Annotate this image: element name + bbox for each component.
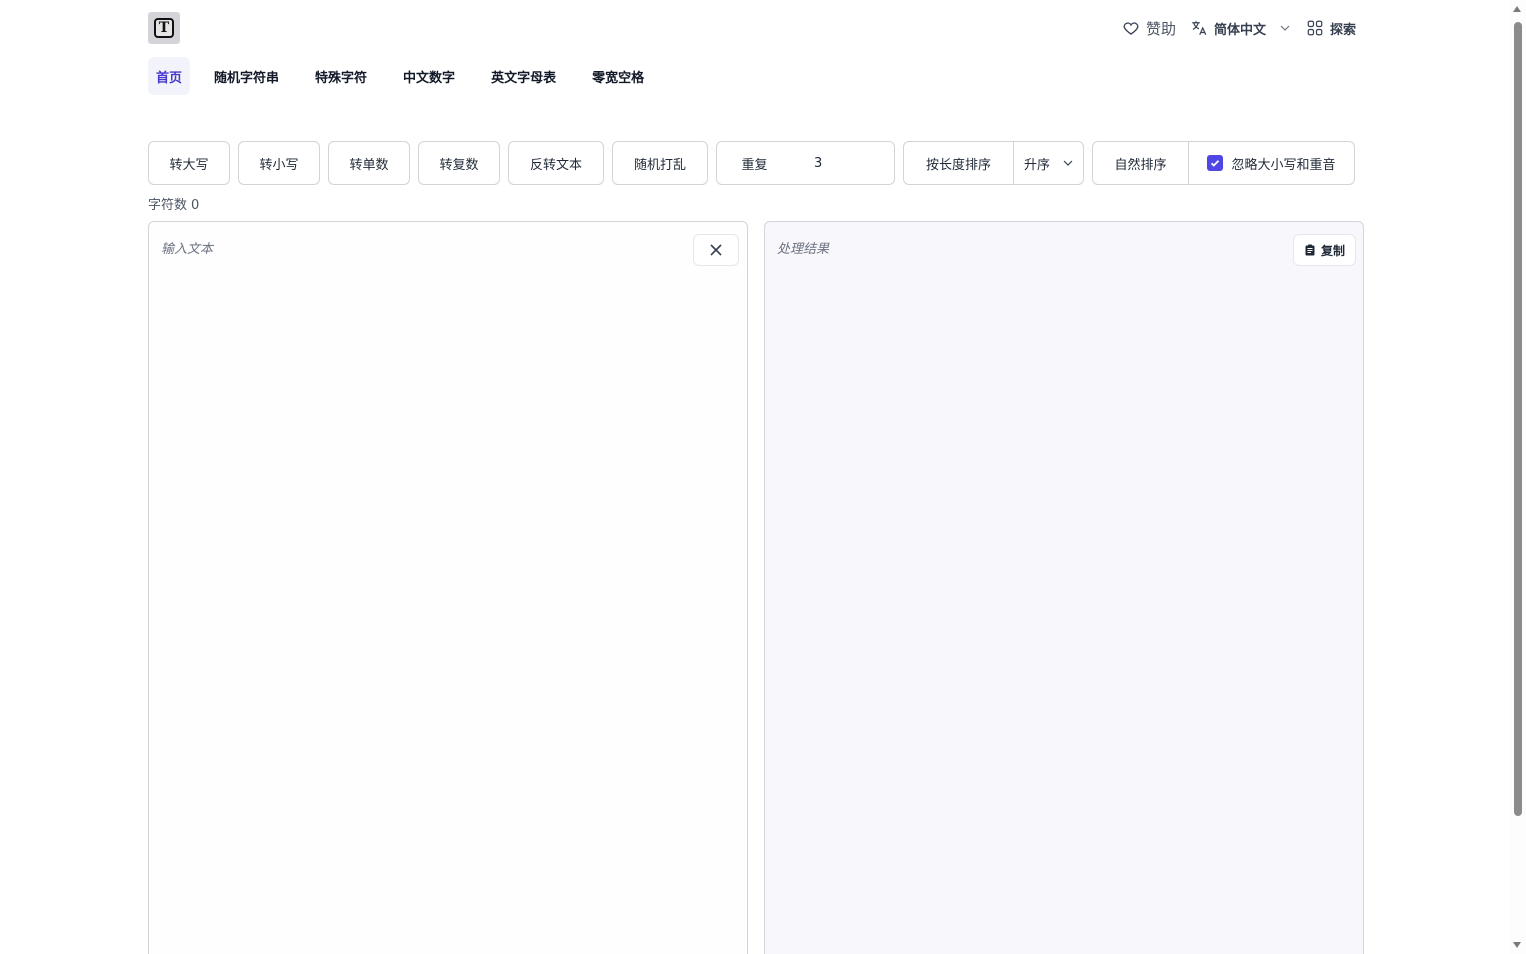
nav-item-special-chars[interactable]: 特殊字符 xyxy=(307,57,375,95)
grid-icon xyxy=(1306,19,1324,37)
sponsor-label: 赞助 xyxy=(1145,19,1176,38)
page: T 赞助 简体中文 探索 首页 随机字符串 特殊字符 中文数字 英文字母表 零宽… xyxy=(0,0,1526,954)
sort-order-value: 升序 xyxy=(1024,157,1051,173)
copy-button[interactable]: 复制 xyxy=(1292,234,1356,266)
clear-button[interactable] xyxy=(693,234,739,266)
ignore-case-checkbox[interactable] xyxy=(1207,155,1224,171)
toolbar: 转大写 转小写 转单数 转复数 反转文本 随机打乱 重复 按长度排序 升序 自然… xyxy=(148,141,1355,185)
logo-letter: T xyxy=(154,18,174,38)
natural-sort-button[interactable]: 自然排序 xyxy=(1093,142,1188,184)
language-label: 简体中文 xyxy=(1213,22,1266,38)
input-placeholder: 输入文本 xyxy=(161,242,214,257)
repeat-group: 重复 xyxy=(716,141,895,185)
output-textarea[interactable]: 处理结果 复制 xyxy=(764,221,1364,954)
sort-length-group: 按长度排序 升序 xyxy=(903,141,1084,185)
char-count-value: 0 xyxy=(191,198,200,213)
heart-icon xyxy=(1122,19,1140,37)
lowercase-button[interactable]: 转小写 xyxy=(238,141,320,185)
nav-item-english-alphabet[interactable]: 英文字母表 xyxy=(483,57,564,95)
input-textarea[interactable]: 输入文本 xyxy=(148,221,748,954)
uppercase-button[interactable]: 转大写 xyxy=(148,141,230,185)
char-count: 字符数 0 xyxy=(148,194,199,213)
nav-item-zero-width-space[interactable]: 零宽空格 xyxy=(584,57,652,95)
copy-label: 复制 xyxy=(1320,243,1345,258)
scroll-up-arrow-icon[interactable] xyxy=(1513,6,1521,12)
ignore-case-toggle[interactable]: 忽略大小写和重音 xyxy=(1188,142,1354,184)
chevron-down-icon xyxy=(1063,158,1073,168)
natural-sort-group: 自然排序 忽略大小写和重音 xyxy=(1092,141,1355,185)
explore-label: 探索 xyxy=(1329,22,1356,38)
nav-item-home[interactable]: 首页 xyxy=(148,57,191,95)
language-selector[interactable]: 简体中文 xyxy=(1190,19,1290,38)
clipboard-icon xyxy=(1305,244,1315,256)
main-nav: 首页 随机字符串 特殊字符 中文数字 英文字母表 零宽空格 xyxy=(148,57,668,95)
page-scrollbar[interactable] xyxy=(1509,0,1526,954)
nav-item-chinese-numbers[interactable]: 中文数字 xyxy=(395,57,463,95)
explore-link[interactable]: 探索 xyxy=(1306,19,1356,38)
scroll-down-arrow-icon[interactable] xyxy=(1513,942,1521,948)
output-placeholder: 处理结果 xyxy=(777,242,830,257)
header-actions: 赞助 简体中文 探索 xyxy=(1122,16,1356,40)
char-count-label: 字符数 xyxy=(148,198,188,213)
reverse-text-button[interactable]: 反转文本 xyxy=(508,141,604,185)
shuffle-button[interactable]: 随机打乱 xyxy=(612,141,708,185)
close-icon xyxy=(710,244,722,256)
sort-order-select[interactable]: 升序 xyxy=(1013,142,1083,184)
repeat-count-input[interactable] xyxy=(792,142,894,184)
app-logo[interactable]: T xyxy=(148,12,180,44)
sponsor-link[interactable]: 赞助 xyxy=(1122,18,1176,39)
ignore-case-label: 忽略大小写和重音 xyxy=(1231,157,1336,173)
chevron-down-icon xyxy=(1280,23,1290,33)
sort-by-length-button[interactable]: 按长度排序 xyxy=(904,142,1013,184)
plural-button[interactable]: 转复数 xyxy=(418,141,500,185)
scroll-thumb[interactable] xyxy=(1514,22,1522,816)
nav-item-random-string[interactable]: 随机字符串 xyxy=(206,57,287,95)
repeat-button[interactable]: 重复 xyxy=(717,142,792,184)
translate-icon xyxy=(1190,19,1208,37)
singular-button[interactable]: 转单数 xyxy=(328,141,410,185)
